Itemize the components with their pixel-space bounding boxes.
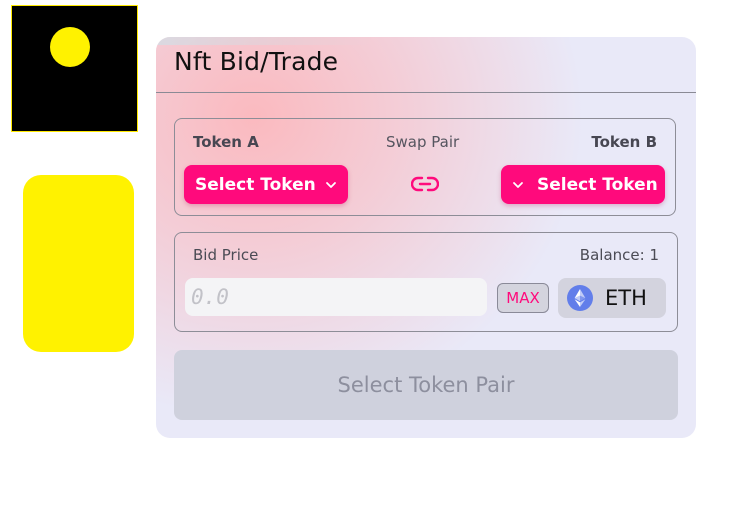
- decorative-yellow-dot: [50, 27, 90, 67]
- balance-label: Balance: 1: [579, 246, 659, 264]
- currency-select-eth[interactable]: ETH: [558, 278, 666, 318]
- chevron-down-icon: [324, 178, 338, 192]
- select-token-a-label: Select Token: [195, 174, 316, 195]
- select-token-b-button[interactable]: Select Token: [501, 165, 665, 204]
- decorative-yellow-pill: [23, 175, 134, 352]
- chevron-down-icon: [511, 178, 525, 192]
- bid-price-label: Bid Price: [193, 246, 259, 264]
- card-top-strip: [156, 37, 696, 45]
- bid-price-input[interactable]: [185, 278, 487, 316]
- decorative-black-square: [11, 5, 138, 132]
- currency-label: ETH: [605, 286, 647, 310]
- max-button[interactable]: MAX: [497, 283, 549, 313]
- nft-bid-trade-card: Nft Bid/Trade Token A Swap Pair Token B …: [156, 37, 696, 438]
- bid-price-panel: Bid Price Balance: 1 MAX ETH: [174, 232, 678, 332]
- title-divider: [156, 92, 696, 93]
- select-token-b-label: Select Token: [537, 174, 658, 195]
- token-b-label: Token B: [591, 133, 657, 151]
- card-title: Nft Bid/Trade: [174, 47, 339, 76]
- select-token-pair-button[interactable]: Select Token Pair: [174, 350, 678, 420]
- ethereum-icon: [567, 285, 593, 311]
- select-token-a-button[interactable]: Select Token: [184, 165, 348, 204]
- link-icon: [410, 174, 440, 194]
- swap-pair-panel: Token A Swap Pair Token B Select Token S…: [174, 118, 676, 216]
- swap-pair-label: Swap Pair: [386, 133, 460, 151]
- token-a-label: Token A: [193, 133, 259, 151]
